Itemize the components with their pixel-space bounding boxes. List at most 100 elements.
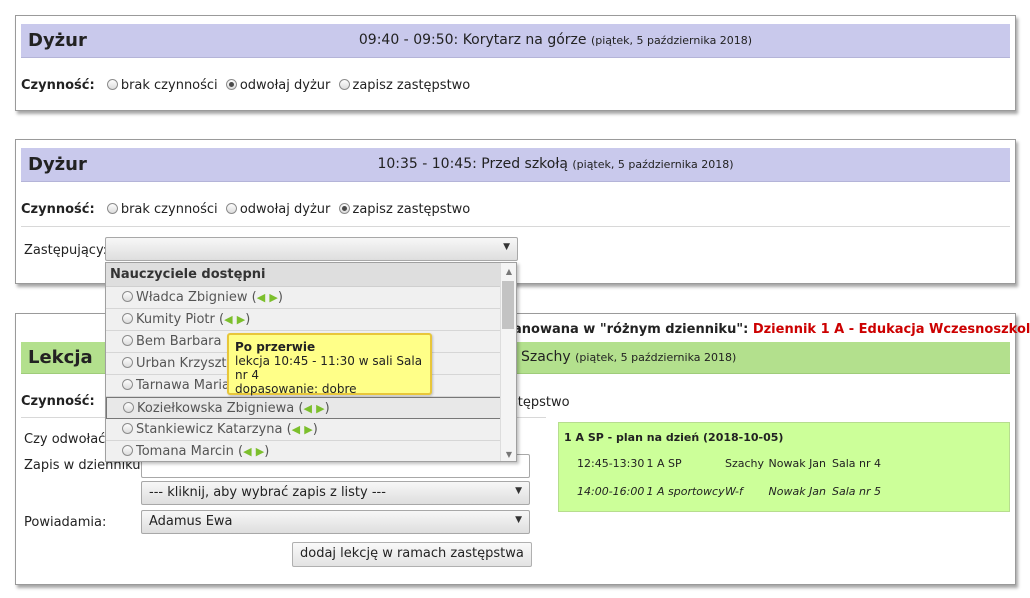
duty-date: (piątek, 5 października 2018) [572, 158, 734, 171]
tooltip-line: lekcja 10:45 - 11:30 w sali Sala nr 4 [235, 354, 423, 382]
option-name: Urban Krzysztof [136, 356, 240, 371]
right-arrow-icon: ▶ [269, 291, 278, 304]
plan-subject: Szachy [725, 457, 765, 470]
radio-icon [122, 423, 133, 434]
notify-select[interactable]: Adamus Ewa ▼ [141, 510, 530, 534]
left-arrow-icon: ◀ [303, 402, 312, 415]
option-name: Kumity Piotr [136, 312, 215, 327]
day-plan-title: 1 A SP - plan na dzień (2018-10-05) [564, 431, 784, 444]
plan-teacher: Nowak Jan [768, 485, 827, 498]
tooltip-title: Po przerwie [235, 340, 316, 354]
duty-activity-row-1: Czynność: brak czynności odwołaj dyżur z… [21, 78, 470, 93]
notify-label: Powiadamia: [24, 515, 107, 530]
diary-entry-select[interactable]: --- kliknij, aby wybrać zapis z listy --… [141, 481, 530, 505]
arrow-icons: (◀ ▶) [219, 312, 251, 327]
plan-row: 14:00-16:00 1 A sportowcy W-f Nowak Jan … [577, 485, 881, 498]
left-arrow-icon: ◀ [243, 445, 252, 458]
option-label: odwołaj dyżur [239, 202, 331, 217]
duty-time-place: 09:40 - 09:50: Korytarz na górze (piątek… [21, 32, 1010, 48]
option-name: Tomana Marcin [136, 444, 234, 459]
radio-icon [122, 335, 133, 346]
radio-icon [122, 379, 133, 390]
add-lesson-button[interactable]: dodaj lekcję w ramach zastępstwa [292, 542, 532, 567]
dropdown-option[interactable]: Stankiewicz Katarzyna (◀ ▶) [106, 419, 501, 441]
duty-activity-row-2: Czynność: brak czynności odwołaj dyżur z… [21, 202, 470, 217]
scroll-up-icon[interactable]: ▲ [506, 267, 512, 276]
radio-icon [122, 291, 133, 302]
option-name: Stankiewicz Katarzyna [136, 422, 283, 437]
right-arrow-icon: ▶ [236, 313, 246, 326]
arrow-icons: (◀ ▶) [298, 401, 330, 416]
arrow-icons: (◀ ▶) [286, 422, 318, 437]
radio-icon [122, 313, 133, 324]
scroll-down-icon[interactable]: ▼ [506, 450, 512, 459]
tooltip-line: dopasowanie: dobre [235, 382, 357, 396]
teacher-tooltip: Po przerwie lekcja 10:45 - 11:30 w sali … [227, 333, 432, 396]
dropdown-group-header: Nauczyciele dostępni [106, 263, 516, 287]
cancel-question: Czy odwołać [24, 432, 106, 447]
diary-notice: anowana w "różnym dzienniku": Dziennik 1… [513, 322, 1030, 337]
chevron-down-icon: ▼ [515, 515, 522, 525]
radio-icon [122, 445, 133, 456]
radio-no-activity[interactable] [106, 203, 118, 214]
diary-entry-select-value: --- kliknij, aby wybrać zapis z listy --… [149, 485, 386, 500]
radio-no-activity[interactable] [106, 79, 118, 90]
option-label: brak czynności [120, 202, 218, 217]
diary-notice-text: anowana w "różnym dzienniku": [513, 322, 749, 337]
substitute-label: Zastępujący: [24, 243, 108, 258]
duty-panel-1: Dyżur 09:40 - 09:50: Korytarz na górze (… [15, 15, 1016, 111]
lesson-subject: Szachy (piątek, 5 października 2018) [521, 349, 736, 365]
diary-notice-name: Dziennik 1 A - Edukacja Wczesnoszkolna. [752, 322, 1030, 337]
activity-tail-label: stępstwo [511, 395, 570, 410]
dropdown-option[interactable]: Władca Zbigniew (◀ ▶) [106, 287, 501, 309]
right-arrow-icon: ▶ [316, 402, 325, 415]
option-label: brak czynności [120, 78, 218, 93]
duty-date: (piątek, 5 października 2018) [590, 34, 753, 47]
left-arrow-icon: ◀ [291, 423, 301, 436]
plan-teacher: Nowak Jan [768, 457, 827, 470]
dropdown-option[interactable]: Kumity Piotr (◀ ▶) [106, 309, 501, 331]
plan-class: 1 A SP [646, 457, 682, 470]
option-name: Władca Zbigniew [136, 290, 248, 305]
lesson-kind-label: Lekcja [28, 347, 93, 368]
left-arrow-icon: ◀ [224, 313, 233, 326]
dropdown-option[interactable]: Tomana Marcin (◀ ▶) [106, 441, 501, 461]
activity-label: Czynność: [21, 394, 95, 409]
activity-label: Czynność: [21, 202, 95, 217]
dropdown-scrollbar[interactable]: ▲ ▼ [500, 263, 516, 461]
dropdown-option-highlighted[interactable]: Koziełkowska Zbigniewa (◀ ▶) [106, 397, 501, 419]
option-name: Tarnawa Maria [136, 378, 230, 393]
day-plan-box: 1 A SP - plan na dzień (2018-10-05) 12:4… [558, 422, 1010, 512]
chevron-down-icon: ▼ [503, 242, 510, 252]
plan-room: Sala nr 5 [832, 485, 882, 498]
duty-time-place-text: 09:40 - 09:50: Korytarz na górze [358, 32, 587, 48]
radio-icon [122, 357, 133, 368]
radio-cancel-duty[interactable] [225, 79, 237, 90]
radio-save-substitution[interactable] [338, 79, 350, 90]
substitute-select[interactable]: ▼ [105, 237, 518, 261]
activity-label: Czynność: [21, 78, 95, 93]
duty-time-place: 10:35 - 10:45: Przed szkołą (piątek, 5 p… [21, 156, 1010, 172]
notify-select-value: Adamus Ewa [149, 514, 233, 529]
scrollbar-thumb[interactable] [502, 281, 514, 329]
option-label: odwołaj dyżur [239, 78, 331, 93]
duty-time-place-text: 10:35 - 10:45: Przed szkołą [377, 156, 568, 172]
plan-time: 12:45-13:30 [577, 457, 645, 470]
option-name: Koziełkowska Zbigniewa [137, 401, 295, 416]
plan-class: 1 A sportowcy [646, 485, 725, 498]
radio-cancel-duty[interactable] [225, 203, 237, 214]
plan-time: 14:00-16:00 [577, 485, 645, 498]
lesson-date: (piątek, 5 października 2018) [575, 351, 737, 364]
arrow-icons: (◀ ▶) [251, 290, 283, 305]
radio-save-substitution[interactable] [338, 203, 350, 214]
option-label: zapisz zastępstwo [352, 202, 471, 217]
radio-icon [123, 402, 134, 413]
divider [21, 226, 1010, 227]
right-arrow-icon: ▶ [304, 423, 313, 436]
right-arrow-icon: ▶ [255, 445, 265, 458]
duty-header-2: Dyżur 10:35 - 10:45: Przed szkołą (piąte… [21, 148, 1010, 182]
left-arrow-icon: ◀ [256, 291, 266, 304]
plan-room: Sala nr 4 [832, 457, 882, 470]
plan-row: 12:45-13:30 1 A SP Szachy Nowak Jan Sala… [577, 457, 881, 470]
plan-subject: W-f [725, 485, 743, 498]
